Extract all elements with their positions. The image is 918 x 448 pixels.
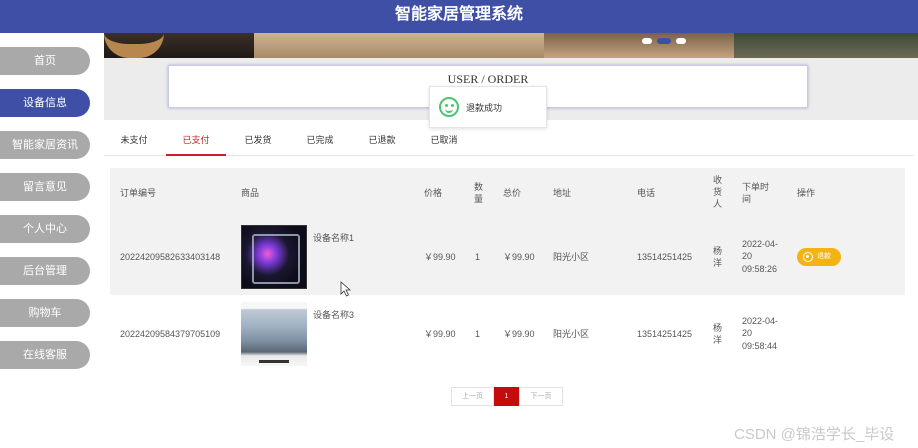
- table-row: 20224209584379705109 设备名称3 ￥99.90 1 ￥99.…: [110, 295, 905, 372]
- refund-icon: [803, 252, 813, 262]
- address: 阳光小区: [553, 329, 590, 339]
- app-header: 智能家居管理系统: [0, 0, 918, 33]
- sidebar-item-feedback[interactable]: 留言意见: [0, 173, 90, 201]
- order-number: 20224209584379705109: [120, 329, 221, 339]
- tab-shipped[interactable]: 已发货: [234, 130, 282, 156]
- order-time: 09:58:44: [742, 341, 778, 351]
- order-number: 20224209582633403148: [120, 252, 221, 262]
- order-date: 2022-04-20: [742, 316, 779, 338]
- price: ￥99.90: [424, 329, 456, 339]
- receiver: 杨洋: [713, 246, 723, 268]
- header-action: 操作: [797, 188, 816, 198]
- tab-refunded[interactable]: 已退款: [358, 130, 406, 156]
- order-status-tabs: 未支付 已支付 已发货 已完成 已退款 已取消: [104, 130, 914, 156]
- sidebar-item-personal-center[interactable]: 个人中心: [0, 215, 90, 243]
- breadcrumb: USER / ORDER: [447, 72, 529, 86]
- mouse-pointer-icon: [340, 281, 352, 297]
- refund-button-label: 退款: [817, 253, 831, 260]
- refund-button[interactable]: 退款: [797, 248, 841, 266]
- header-receiver: 收货人: [713, 175, 723, 209]
- smile-icon: [439, 97, 459, 117]
- header-price: 价格: [424, 188, 443, 198]
- sidebar-item-admin[interactable]: 后台管理: [0, 257, 90, 285]
- receiver: 杨洋: [713, 323, 723, 345]
- toast-message: 退款成功: [466, 102, 503, 113]
- order-time: 09:58:26: [742, 264, 778, 274]
- header-phone: 电话: [637, 188, 656, 198]
- watermark: CSDN @锦浩学长_毕设: [734, 426, 895, 443]
- tab-cancelled[interactable]: 已取消: [420, 130, 468, 156]
- carousel-indicators: [642, 38, 686, 44]
- tab-paid[interactable]: 已支付: [166, 130, 226, 156]
- product-image[interactable]: [241, 302, 307, 366]
- success-toast: 退款成功: [429, 86, 547, 128]
- quantity: 1: [475, 329, 481, 339]
- table-header: 订单编号 商品 价格 数量 总价 地址 电话 收货人 下单时间 操作: [110, 168, 905, 218]
- banner-slide-image: [254, 33, 544, 58]
- phone: 13514251425: [637, 252, 693, 262]
- banner-carousel[interactable]: [104, 33, 918, 58]
- banner-slide-image: [104, 33, 254, 58]
- sidebar-item-smart-home-news[interactable]: 智能家居资讯: [0, 131, 90, 159]
- total-price: ￥99.90: [503, 329, 535, 339]
- sidebar-item-online-service[interactable]: 在线客服: [0, 341, 90, 369]
- banner-slide-image: [544, 33, 734, 58]
- header-order-no: 订单编号: [120, 188, 157, 198]
- header-address: 地址: [553, 188, 572, 198]
- banner-slide-image: [734, 33, 918, 58]
- address: 阳光小区: [553, 252, 590, 262]
- table-row: 20224209582633403148 设备名称1 ￥99.90 1 ￥99.…: [110, 218, 905, 295]
- header-total: 总价: [503, 188, 522, 198]
- carousel-dot[interactable]: [676, 38, 686, 44]
- app-title: 智能家居管理系统: [394, 6, 523, 23]
- product-name[interactable]: 设备名称1: [313, 232, 354, 244]
- sidebar-item-home[interactable]: 首页: [0, 47, 90, 75]
- sidebar-item-cart[interactable]: 购物车: [0, 299, 90, 327]
- tab-completed[interactable]: 已完成: [296, 130, 344, 156]
- header-product: 商品: [241, 188, 260, 198]
- order-date: 2022-04-20: [742, 239, 779, 261]
- header-order-time: 下单时间: [742, 182, 770, 204]
- total-price: ￥99.90: [503, 252, 535, 262]
- product-name[interactable]: 设备名称3: [313, 309, 354, 321]
- tab-unpaid[interactable]: 未支付: [110, 130, 158, 156]
- next-page-button[interactable]: 下一页: [519, 387, 563, 406]
- product-image[interactable]: [241, 225, 307, 289]
- carousel-dot-active[interactable]: [657, 38, 671, 44]
- price: ￥99.90: [424, 252, 456, 262]
- page-number-button[interactable]: 1: [494, 387, 519, 406]
- sidebar-item-device-info[interactable]: 设备信息: [0, 89, 90, 117]
- header-qty: 数量: [474, 182, 484, 204]
- phone: 13514251425: [637, 329, 693, 339]
- prev-page-button[interactable]: 上一页: [451, 387, 494, 406]
- pagination: 上一页 1 下一页: [451, 387, 563, 406]
- quantity: 1: [475, 252, 481, 262]
- carousel-dot[interactable]: [642, 38, 652, 44]
